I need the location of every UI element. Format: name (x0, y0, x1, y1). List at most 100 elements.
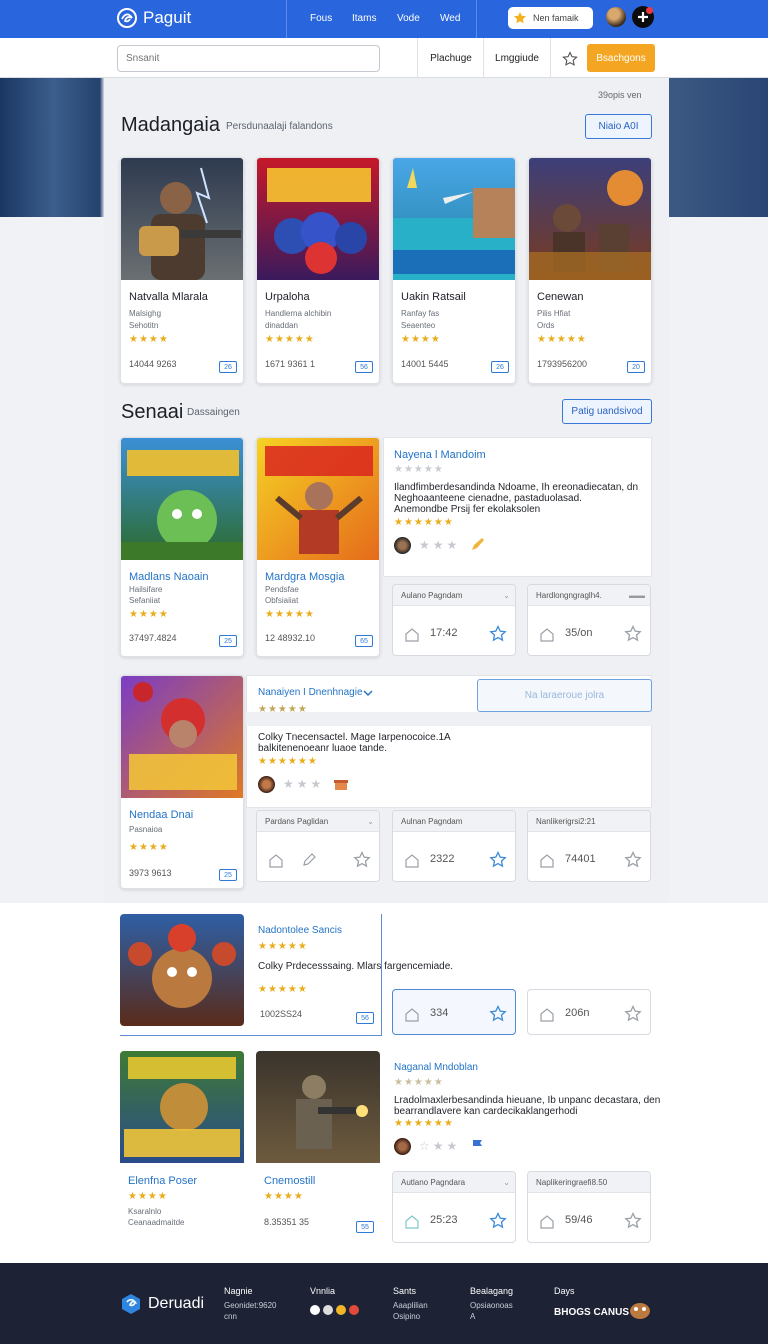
quick-search-button[interactable]: Nen famaik (508, 7, 593, 29)
overlay-action-button[interactable]: Na laraeroue jolra (477, 679, 652, 712)
footer-brand-name: Deruadi (148, 1295, 205, 1312)
game-stat: 8.35351 35 (264, 1217, 310, 1227)
section-action-button[interactable]: Patig uandsivod (562, 399, 652, 424)
notifications-button[interactable] (632, 6, 654, 28)
detail-title[interactable]: Nanaiyen I Dnenhnagie (258, 687, 363, 698)
brand-logo[interactable]: Paguit (116, 7, 191, 29)
game-title: Urpaloha (265, 291, 310, 303)
social-icon[interactable] (310, 1305, 320, 1315)
game-card[interactable]: Elenfna Poser ★★★★ Ksaralnlo Ceanaadmait… (120, 1051, 244, 1239)
game-meta: Pilis Hfiat (537, 309, 571, 318)
platform-badge[interactable]: 56 (355, 361, 373, 373)
footer-brand[interactable]: Deruadi (119, 1292, 204, 1316)
star-outline-icon[interactable] (489, 625, 507, 643)
stat-tile[interactable]: Aulnan Pagndam 2322 (392, 810, 516, 882)
platform-badge[interactable]: 20 (627, 361, 645, 373)
detail-title[interactable]: Naganal Mndoblan (394, 1062, 478, 1073)
nav-link-3[interactable]: Vode (397, 13, 420, 24)
more-icon[interactable]: ▬▬ (629, 591, 645, 600)
stat-tile[interactable]: Nanlikerigrsi2:21 74401 (527, 810, 651, 882)
platform-badge[interactable]: 25 (219, 869, 237, 881)
notification-dot (646, 7, 653, 14)
footer-link[interactable]: Geonidet:9620 (224, 1301, 277, 1311)
game-card[interactable] (120, 914, 244, 1026)
nav-link-1[interactable]: Fous (310, 13, 332, 24)
star-outline-icon[interactable] (624, 1005, 642, 1023)
detail-desc-line: balkitenenoeanr luaoe tande. (258, 743, 387, 754)
stat-tile[interactable]: Aulano Pagndam ⌄ 17:42 (392, 584, 516, 656)
primary-cta-button[interactable]: Bsachgons (587, 44, 655, 72)
platform-badge[interactable]: 26 (219, 361, 237, 373)
platform-badge[interactable]: 55 (356, 1221, 374, 1233)
stat-tile-label: Aulnan Pagndam (401, 817, 463, 826)
footer-link[interactable]: cnn (224, 1312, 237, 1322)
chevron-down-icon[interactable]: ⌄ (503, 591, 510, 600)
flag-icon[interactable] (470, 1138, 486, 1154)
footer-link[interactable]: A (470, 1312, 475, 1322)
stat-tile-header: Aulano Pagndam ⌄ (393, 585, 515, 606)
stat-tile[interactable]: Pardans Paglidan ⌄ (256, 810, 380, 882)
footer-link[interactable]: Aaaplilian (393, 1301, 428, 1311)
favorite-button[interactable] (556, 41, 584, 76)
footer-promo[interactable]: BHOGS CANUS (554, 1307, 629, 1318)
footer-link[interactable]: Osipino (393, 1312, 420, 1322)
toolbar-button-2[interactable]: Lmggiude (488, 41, 546, 76)
star-outline-icon[interactable] (489, 1005, 507, 1023)
reviewer-avatar[interactable] (394, 1138, 411, 1155)
game-card[interactable]: Cenewan Pilis Hfiat Ords ★★★★★ 179395620… (528, 157, 652, 384)
footer-link[interactable]: Opsiaonoas (470, 1301, 513, 1311)
game-title: Mardgra Mosgia (265, 571, 345, 583)
stat-tile[interactable]: 206n (527, 989, 651, 1035)
detail-title[interactable]: Nayena l Mandoim (394, 449, 486, 461)
star-outline-icon[interactable] (624, 625, 642, 643)
star-outline-icon[interactable] (489, 851, 507, 869)
reviewer-avatar[interactable] (394, 537, 411, 554)
nav-link-2[interactable]: Itams (352, 13, 376, 24)
game-card[interactable]: Natvalla Mlarala Malsighg Sehotitn ★★★★ … (120, 157, 244, 384)
game-card[interactable]: Cnemostill ★★★★ 8.35351 35 55 (256, 1051, 380, 1239)
game-card[interactable]: Nendaa Dnai Pasnaioa ★★★★ 3973 9613 25 (120, 675, 244, 889)
game-meta: Pendsfae (265, 585, 299, 594)
detail-title[interactable]: Nadontolee Sancis (258, 925, 342, 936)
home-icon (540, 854, 554, 868)
featured-subtitle: Persdunaalaji falandons (226, 121, 333, 132)
platform-badge[interactable]: 56 (356, 1012, 374, 1024)
star-outline-icon[interactable] (353, 851, 371, 869)
nav-link-4[interactable]: Wed (440, 13, 460, 24)
star-outline-icon[interactable] (624, 1212, 642, 1230)
chevron-down-icon[interactable]: ⌄ (367, 817, 374, 826)
edit-icon[interactable] (301, 852, 317, 868)
game-card[interactable]: Madlans Naoain Hailsifare Sefaniiat ★★★★… (120, 437, 244, 657)
game-card[interactable]: Uakin Ratsail Ranfay fas Seaenteo ★★★★ 1… (392, 157, 516, 384)
platform-badge[interactable]: 26 (491, 361, 509, 373)
stat-tile[interactable]: Autlano Pagndara ⌄ 25:23 (392, 1171, 516, 1243)
gift-icon[interactable] (333, 776, 349, 792)
game-card[interactable]: Urpaloha Handlerna alchibin dinaddan ★★★… (256, 157, 380, 384)
chevron-down-icon[interactable]: ⌄ (503, 1178, 510, 1187)
game-stat: 3973 9613 (129, 868, 172, 878)
stat-tile[interactable]: 334 (392, 989, 516, 1035)
user-avatar[interactable] (606, 7, 626, 27)
social-icon[interactable] (349, 1305, 359, 1315)
featured-action-button[interactable]: Niaio A0I (585, 114, 652, 139)
game-title: Cenewan (537, 291, 584, 303)
toolbar-button-1[interactable]: Plachuge (422, 41, 480, 76)
star-outline-icon[interactable] (624, 851, 642, 869)
game-card[interactable]: Mardgra Mosgia Pendsfae Obfsiaiiat ★★★★★… (256, 437, 380, 657)
stat-tile[interactable]: Hardlongngraglh4. ▬▬ 35/on (527, 584, 651, 656)
pencil-icon[interactable] (470, 537, 486, 553)
chevron-down-icon[interactable] (362, 687, 374, 699)
social-icon[interactable] (336, 1305, 346, 1315)
mascot-icon (630, 1303, 650, 1319)
search-input[interactable] (117, 45, 380, 72)
stat-value: 206n (565, 1007, 590, 1019)
star-outline-icon[interactable] (489, 1212, 507, 1230)
game-thumbnail (121, 438, 243, 560)
stat-tile[interactable]: Naplikeringraefi8.50 59/46 (527, 1171, 651, 1243)
platform-badge[interactable]: 65 (355, 635, 373, 647)
social-icon[interactable] (323, 1305, 333, 1315)
review-stars: ★★★ (283, 777, 325, 791)
game-meta: Ords (537, 321, 555, 330)
reviewer-avatar[interactable] (258, 776, 275, 793)
platform-badge[interactable]: 25 (219, 635, 237, 647)
